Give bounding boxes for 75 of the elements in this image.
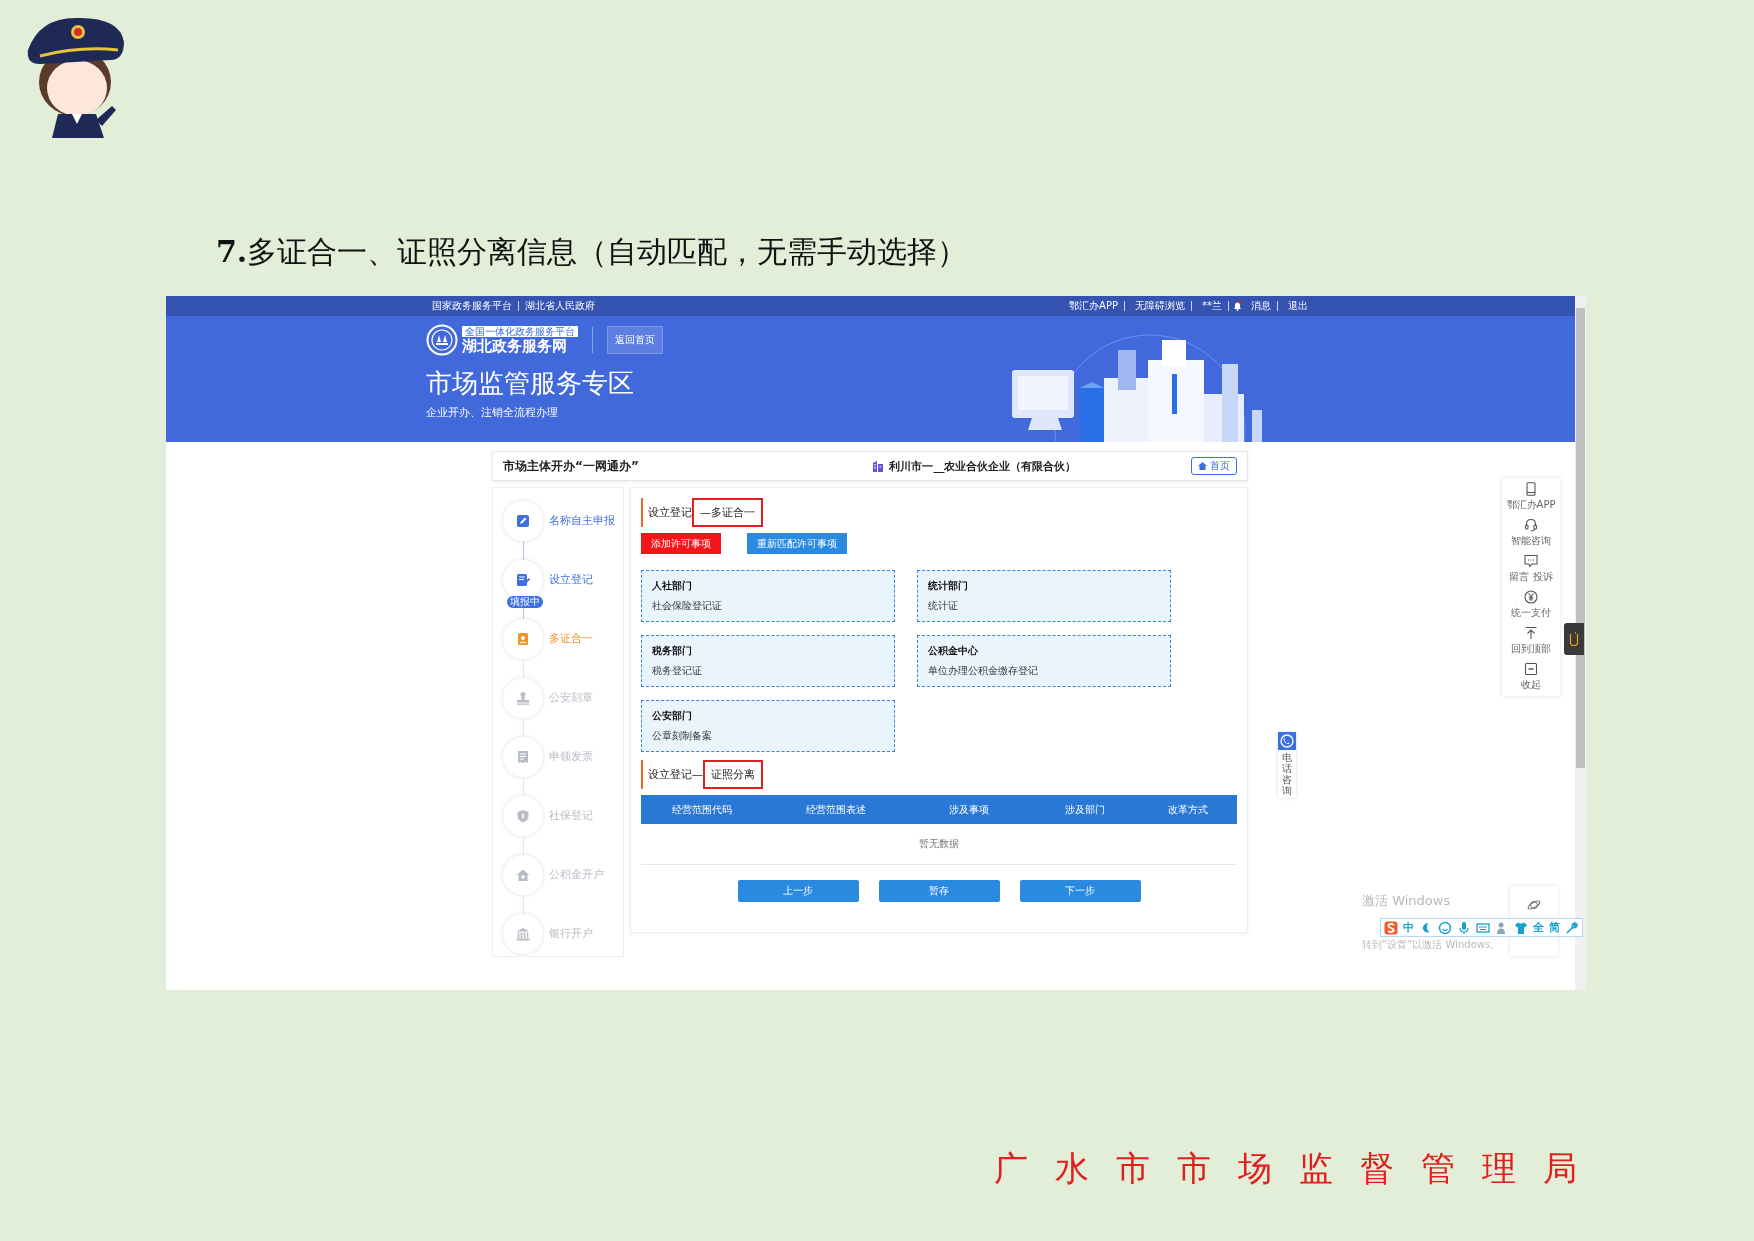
column-header: 经营范围表述 [804, 802, 867, 817]
top-link[interactable]: 国家政务服务平台 [426, 301, 518, 311]
step-label[interactable]: 名称自主申报 [549, 514, 615, 528]
activation-title: 激活 Windows [1362, 892, 1451, 910]
tablet-icon [1524, 482, 1538, 496]
column-header: 涉及事项 [948, 802, 991, 817]
keyboard-icon[interactable] [1476, 920, 1490, 935]
sidebar-link[interactable]: 回到顶部 [1511, 642, 1551, 656]
department-name: 统计部门 [928, 579, 969, 593]
top-link[interactable]: 鄂汇办APP [1063, 301, 1124, 311]
emblem-icon [426, 324, 458, 356]
department-name: 税务部门 [652, 644, 693, 658]
headset-icon [1524, 518, 1538, 532]
ime-button[interactable]: 全 [1533, 920, 1544, 935]
platform-label: 全国一体化政务服务平台 [462, 325, 578, 337]
scrollbar[interactable] [1575, 296, 1586, 990]
house-icon [1198, 462, 1207, 470]
ime-logo-icon[interactable] [1384, 920, 1398, 935]
empty-text: 暂无数据 [919, 837, 959, 851]
scrollbar-thumb[interactable] [1576, 308, 1585, 768]
site-name: 湖北政务服务网 [462, 336, 567, 355]
status-badge: 填报中 [507, 596, 543, 608]
top-link[interactable]: 无障碍浏览 [1129, 301, 1191, 311]
column-header: 改革方式 [1167, 802, 1210, 817]
top-link[interactable]: **兰 [1196, 301, 1228, 311]
department-name: 人社部门 [652, 579, 693, 593]
next-button[interactable]: 下一步 [1019, 880, 1141, 902]
cup-icon [1569, 631, 1579, 647]
building-icon [873, 460, 884, 472]
sidebar-link[interactable]: 鄂汇办APP [1506, 498, 1556, 512]
certificate-name: 单位办理公积金缴存登记 [928, 664, 1039, 678]
banner-subtitle: 企业开办、注销全流程办理 [426, 405, 559, 420]
smiley-icon[interactable] [1438, 920, 1452, 935]
footer-text: 广水市市场监督管理局 [994, 1147, 1604, 1190]
top-link[interactable]: 退出 [1282, 301, 1314, 311]
column-header: 经营范围代码 [670, 802, 733, 817]
yuan-icon [1524, 590, 1538, 604]
sidebar-link[interactable]: 收起 [1521, 678, 1541, 692]
department-name: 公安部门 [652, 709, 693, 723]
top-link[interactable]: 消息 [1245, 301, 1277, 311]
microphone-icon[interactable] [1457, 920, 1471, 935]
side-tab[interactable] [1564, 623, 1584, 655]
top-arrow-icon [1524, 626, 1538, 640]
top-link[interactable]: 湖北省人民政府 [518, 301, 601, 311]
panel-title: 市场主体开办“一网通办” [503, 457, 639, 475]
save-button[interactable]: 暂存 [878, 880, 1000, 902]
previous-button[interactable]: 上一步 [737, 880, 859, 902]
certificate-name: 社会保险登记证 [652, 599, 723, 613]
chat-icon [1524, 554, 1538, 568]
home-button[interactable]: 首页 [1191, 457, 1237, 475]
ime-button[interactable]: 简 [1549, 920, 1560, 935]
sidebar-link[interactable]: 智能咨询 [1511, 534, 1551, 548]
bell-icon [1233, 301, 1242, 311]
certificate-name: 公章刻制备案 [652, 729, 713, 743]
ime-button[interactable]: 中 [1403, 920, 1414, 935]
step-label[interactable]: 设立登记 [549, 573, 593, 587]
department-name: 公积金中心 [928, 644, 979, 658]
phone-icon [1278, 732, 1296, 750]
add-button[interactable]: 添加许可事项 [641, 533, 721, 554]
shirt-icon[interactable] [1514, 920, 1528, 935]
company-name: 利川市一__农业合伙企业（有限合伙） [889, 458, 1077, 474]
collapse-icon [1524, 662, 1538, 676]
slide-title: 7.多证合一、证照分离信息（自动匹配，无需手动选择） [216, 233, 968, 271]
rematch-button[interactable]: 重新匹配许可事项 [747, 533, 847, 554]
sidebar-link[interactable]: 留言 投诉 [1509, 570, 1553, 584]
section-title: 设立登记 —多证合一 [641, 498, 763, 527]
column-header: 涉及部门 [1063, 802, 1106, 817]
banner-title: 市场监管服务专区 [426, 367, 635, 400]
planet-icon [1527, 898, 1541, 912]
phone-consult-tab[interactable]: 电话咨询 [1278, 732, 1296, 798]
certificate-name: 税务登记证 [652, 664, 703, 678]
section-title: 设立登记— 证照分离 [641, 760, 763, 789]
sidebar-link[interactable]: 统一支付 [1511, 606, 1551, 620]
certificate-name: 统计证 [928, 599, 959, 613]
home-button[interactable]: 返回首页 [607, 326, 663, 354]
